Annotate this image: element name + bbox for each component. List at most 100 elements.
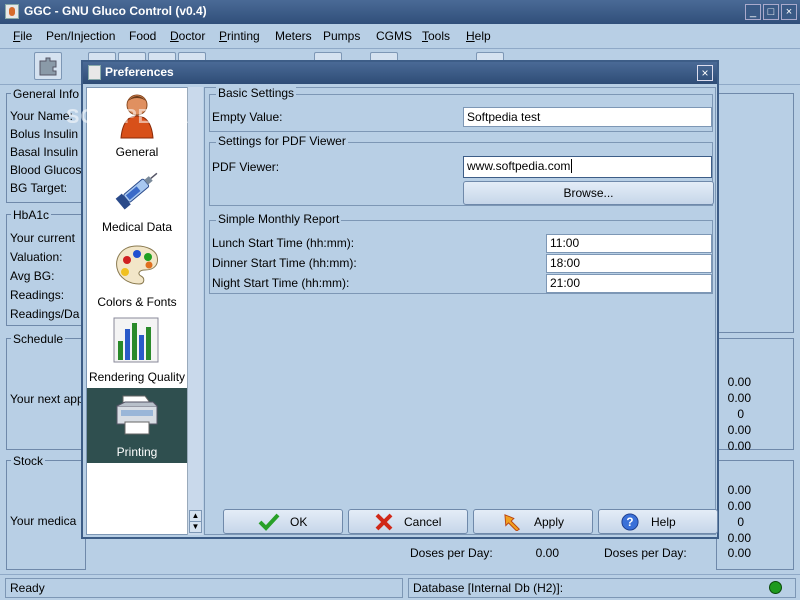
database-label: Database [Internal Db (H2)]:	[413, 581, 564, 595]
category-printing[interactable]: Printing	[87, 388, 187, 463]
monthly-report-group: Simple Monthly Report Lunch Start Time (…	[209, 212, 713, 294]
menu-printing[interactable]: Printing	[219, 29, 260, 43]
doses-per-day-value: 0.00	[535, 546, 559, 560]
cancel-button[interactable]: Cancel	[348, 509, 468, 534]
doses-per-day-label: Doses per Day:	[410, 546, 493, 560]
right-value: 0.00	[727, 423, 751, 437]
night-time-label: Night Start Time (hh:mm):	[212, 276, 350, 290]
right-value: 0.00	[727, 531, 751, 545]
menu-bar: File Pen/Injection Food Doctor Printing …	[0, 24, 800, 49]
dialog-title: Preferences	[105, 65, 174, 79]
right-value: 0.00	[727, 483, 751, 497]
schedule-text: Your next app	[10, 392, 84, 406]
dialog-titlebar: Preferences ×	[83, 62, 717, 84]
scroll-down-icon[interactable]: ▼	[189, 521, 202, 533]
hba1c-panel: HbA1c Your current Valuation: Avg BG: Re…	[6, 208, 86, 326]
browse-button[interactable]: Browse...	[463, 181, 714, 205]
checkmark-icon	[258, 513, 280, 531]
dialog-close-icon[interactable]: ×	[697, 65, 713, 81]
menu-food[interactable]: Food	[129, 29, 156, 43]
minimize-icon[interactable]: _	[745, 4, 761, 20]
right-panel-mid: 0.00 0.00 0 0.00 0.00	[716, 338, 794, 453]
category-label: General	[115, 145, 159, 159]
lunch-time-field[interactable]: 11:00	[546, 234, 712, 253]
dinner-time-label: Dinner Start Time (hh:mm):	[212, 256, 357, 270]
pdf-viewer-value: www.softpedia.com	[467, 159, 571, 173]
close-icon[interactable]: ×	[781, 4, 797, 20]
menu-pumps[interactable]: Pumps	[323, 29, 360, 43]
pdf-viewer-group: Settings for PDF Viewer PDF Viewer: www.…	[209, 134, 714, 206]
stock-legend: Stock	[11, 454, 46, 468]
category-scrollbar[interactable]: ▲ ▼	[187, 87, 203, 535]
category-label: Printing	[116, 445, 158, 459]
right-value: 0	[737, 407, 744, 421]
category-colors-fonts[interactable]: Colors & Fonts	[87, 238, 187, 313]
menu-meters[interactable]: Meters	[275, 29, 312, 43]
hba1c-row: Avg BG:	[10, 269, 55, 283]
schedule-panel: Schedule Your next app	[6, 332, 86, 450]
watermark: SOFTPEDIA	[66, 106, 190, 128]
database-status: Database [Internal Db (H2)]:	[408, 578, 796, 598]
settings-content: Basic Settings Empty Value: Softpedia te…	[204, 86, 716, 535]
ok-label: OK	[290, 515, 308, 529]
preferences-dialog: Preferences × General Medical Data Color…	[81, 60, 719, 539]
right-panel-top	[716, 93, 794, 333]
general-row: Your Name:	[10, 109, 73, 123]
app-icon	[5, 4, 19, 19]
bar-chart-icon	[113, 317, 159, 363]
right-value: 0.00	[727, 499, 751, 513]
schedule-legend: Schedule	[11, 332, 66, 346]
help-icon: ?	[621, 513, 639, 531]
apply-icon	[504, 514, 521, 531]
right-value: 0	[737, 515, 744, 529]
hba1c-legend: HbA1c	[11, 208, 52, 222]
maximize-icon[interactable]: □	[763, 4, 779, 20]
plugin-icon[interactable]	[34, 52, 62, 80]
apply-button[interactable]: Apply	[473, 509, 593, 534]
window-title: GGC - GNU Gluco Control (v0.4)	[24, 4, 207, 18]
general-row: Blood Glucos	[10, 163, 82, 177]
category-label: Colors & Fonts	[97, 295, 177, 309]
lunch-time-label: Lunch Start Time (hh:mm):	[212, 236, 355, 250]
apply-label: Apply	[534, 515, 565, 529]
syringe-icon	[115, 172, 158, 210]
general-row: BG Target:	[10, 181, 68, 195]
pdf-viewer-label: PDF Viewer:	[212, 160, 280, 174]
menu-cgms[interactable]: CGMS	[376, 29, 412, 43]
text-cursor	[571, 159, 573, 173]
pdf-viewer-legend: Settings for PDF Viewer	[216, 134, 348, 148]
monthly-report-legend: Simple Monthly Report	[216, 212, 342, 226]
java-cup-icon	[88, 65, 101, 80]
hba1c-row: Valuation:	[10, 250, 63, 264]
menu-doctor[interactable]: Doctor	[170, 29, 205, 43]
doses-per-day-label: Doses per Day:	[604, 546, 687, 560]
category-label: Medical Data	[101, 220, 173, 234]
status-text: Ready	[5, 578, 403, 598]
help-label: Help	[651, 515, 676, 529]
hba1c-row: Your current	[10, 231, 75, 245]
category-rendering-quality[interactable]: Rendering Quality	[87, 313, 187, 388]
menu-file[interactable]: File	[13, 29, 32, 43]
menu-pen-injection[interactable]: Pen/Injection	[46, 29, 115, 43]
help-button[interactable]: ? Help	[598, 509, 718, 534]
empty-value-label: Empty Value:	[212, 110, 283, 124]
category-medical-data[interactable]: Medical Data	[87, 163, 187, 238]
empty-value-field[interactable]: Softpedia test	[463, 107, 712, 127]
menu-help[interactable]: Help	[466, 29, 491, 43]
hba1c-row: Readings:	[10, 288, 65, 302]
category-list: General Medical Data Colors & Fonts Rend…	[86, 87, 189, 535]
doses-per-day-value: 0.00	[727, 546, 751, 560]
night-time-field[interactable]: 21:00	[546, 274, 712, 293]
palette-icon	[116, 245, 158, 285]
right-value: 0.00	[727, 391, 751, 405]
right-value: 0.00	[727, 439, 751, 453]
printer-icon	[116, 395, 158, 435]
pdf-viewer-field[interactable]: www.softpedia.com	[463, 156, 712, 178]
ok-button[interactable]: OK	[223, 509, 343, 534]
database-led-icon	[769, 581, 782, 594]
dinner-time-field[interactable]: 18:00	[546, 254, 712, 273]
basic-settings-legend: Basic Settings	[216, 86, 297, 100]
basic-settings-group: Basic Settings Empty Value: Softpedia te…	[209, 86, 713, 132]
stock-text: Your medica	[10, 514, 77, 528]
menu-tools[interactable]: Tools	[422, 29, 450, 43]
